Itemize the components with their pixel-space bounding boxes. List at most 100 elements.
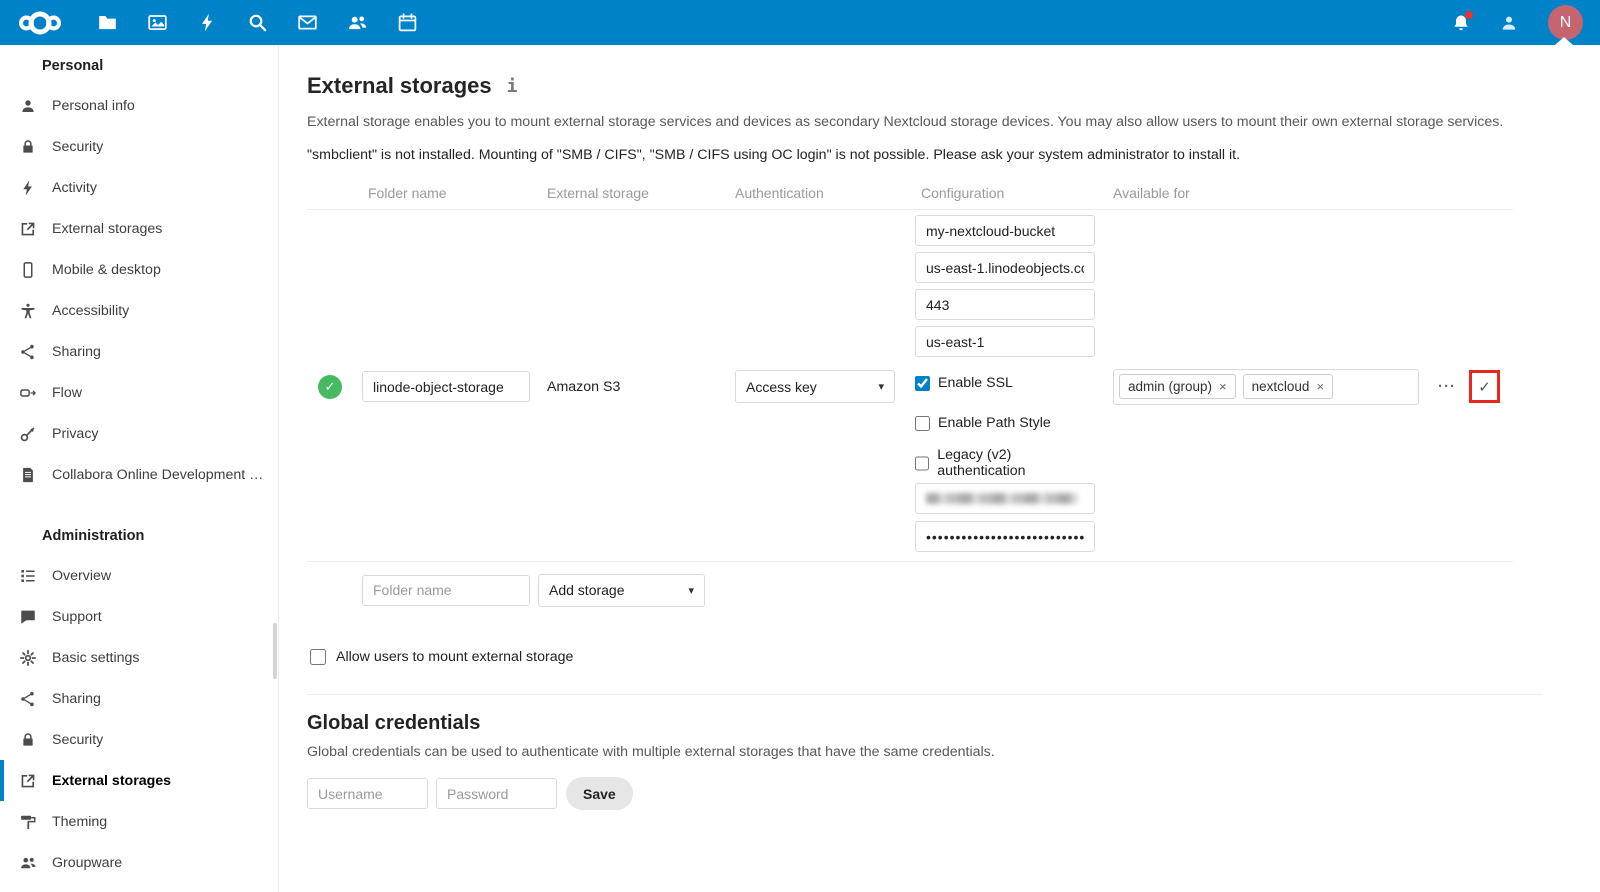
key-icon [18, 424, 38, 444]
region-input[interactable] [915, 326, 1095, 357]
sidebar-item-accessibility[interactable]: Accessibility [0, 290, 278, 331]
save-credentials-button[interactable]: Save [566, 777, 633, 810]
person-icon [18, 96, 38, 116]
port-input[interactable] [915, 289, 1095, 320]
lock-icon [18, 137, 38, 157]
mail-app-icon[interactable] [282, 0, 332, 45]
allow-mount-label[interactable]: Allow users to mount external storage [336, 649, 573, 665]
allow-mount-checkbox[interactable] [310, 649, 326, 665]
chevron-down-icon: ▾ [878, 380, 884, 393]
smbclient-warning-text: "smbclient" is not installed. Mounting o… [307, 147, 1600, 163]
hostname-input[interactable] [915, 252, 1095, 283]
authentication-select[interactable]: Access key ▾ [735, 370, 895, 403]
save-storage-button-highlighted[interactable]: ✓ [1469, 370, 1500, 403]
sidebar-item-basic-settings[interactable]: Basic settings [0, 637, 278, 678]
sidebar-item-theming[interactable]: Theming [0, 801, 278, 842]
contacts-app-icon[interactable] [332, 0, 382, 45]
notifications-bell-icon[interactable] [1450, 12, 1472, 34]
sidebar-item-activity[interactable]: Activity [0, 167, 278, 208]
status-ok-icon: ✓ [318, 375, 342, 399]
add-storage-select[interactable]: Add storage ▾ [538, 574, 705, 607]
new-folder-name-input[interactable] [362, 575, 530, 606]
sidebar-item-flow[interactable]: Flow [0, 372, 278, 413]
sidebar-item-sharing-personal[interactable]: Sharing [0, 331, 278, 372]
secret-key-input[interactable] [915, 521, 1095, 552]
document-icon [18, 465, 38, 485]
sidebar-item-security-personal[interactable]: Security [0, 126, 278, 167]
enable-ssl-checkbox[interactable] [915, 376, 930, 391]
topbar-right: N [1450, 5, 1600, 40]
phone-icon [18, 260, 38, 280]
flow-icon [18, 383, 38, 403]
col-folder-name: Folder name [362, 185, 547, 201]
bucket-input[interactable] [915, 215, 1095, 246]
top-navbar: N [0, 0, 1600, 45]
section-divider [307, 694, 1543, 695]
remove-chip-icon[interactable]: × [1316, 379, 1324, 394]
new-storage-row: Add storage ▾ [362, 562, 1513, 618]
available-for-cell: admin (group) × nextcloud × ··· ✓ [1113, 369, 1513, 405]
applicable-users-input[interactable]: admin (group) × nextcloud × [1113, 369, 1419, 405]
sidebar-item-sharing-admin[interactable]: Sharing [0, 678, 278, 719]
folder-name-input[interactable] [362, 371, 530, 402]
share-icon [18, 689, 38, 709]
app-launcher [0, 0, 432, 45]
configuration-stack: Enable SSL Enable Path Style Legacy (v2)… [915, 215, 1095, 558]
global-credentials-title: Global credentials [307, 712, 1600, 735]
sidebar-item-external-storages-personal[interactable]: External storages [0, 208, 278, 249]
chip-admin-group: admin (group) × [1119, 374, 1236, 399]
global-credentials-description: Global credentials can be used to authen… [307, 744, 1600, 760]
sidebar-item-groupware[interactable]: Groupware [0, 842, 278, 883]
sidebar-item-overview[interactable]: Overview [0, 555, 278, 596]
paint-roller-icon [18, 812, 38, 832]
external-link-icon [18, 219, 38, 239]
table-header-row: Folder name External storage Authenticat… [307, 176, 1513, 210]
activity-app-icon[interactable] [182, 0, 232, 45]
remove-chip-icon[interactable]: × [1219, 379, 1227, 394]
sidebar-item-security-admin[interactable]: Security [0, 719, 278, 760]
speech-bubble-icon [18, 607, 38, 627]
external-storages-table: Folder name External storage Authenticat… [307, 176, 1513, 618]
legacy-auth-checkbox[interactable] [915, 456, 929, 471]
external-link-icon [18, 771, 38, 791]
search-app-icon[interactable] [232, 0, 282, 45]
blurred-value [926, 493, 1078, 504]
sidebar-item-external-storages-admin[interactable]: External storages [0, 760, 278, 801]
user-avatar[interactable]: N [1548, 5, 1583, 40]
settings-menu-caret [1555, 37, 1573, 45]
allow-mount-row: Allow users to mount external storage [310, 649, 1600, 665]
enable-path-style-checkbox[interactable] [915, 416, 930, 431]
sidebar-item-privacy[interactable]: Privacy [0, 413, 278, 454]
sidebar-item-support[interactable]: Support [0, 596, 278, 637]
calendar-app-icon[interactable] [382, 0, 432, 45]
sidebar-item-personal-info[interactable]: Personal info [0, 85, 278, 126]
col-configuration: Configuration [915, 185, 1113, 201]
chevron-down-icon: ▾ [688, 584, 694, 597]
group-icon [18, 853, 38, 873]
lock-icon [18, 730, 38, 750]
files-app-icon[interactable] [82, 0, 132, 45]
nextcloud-logo[interactable] [14, 10, 66, 36]
share-icon [18, 342, 38, 362]
accessibility-icon [18, 301, 38, 321]
gear-icon [18, 648, 38, 668]
info-icon[interactable]: i [507, 76, 518, 97]
lightning-icon [18, 178, 38, 198]
list-icon [18, 566, 38, 586]
col-available-for: Available for [1113, 185, 1513, 201]
global-username-input[interactable] [307, 778, 428, 809]
sidebar-item-mobile-desktop[interactable]: Mobile & desktop [0, 249, 278, 290]
storage-type-label: Amazon S3 [547, 379, 735, 395]
col-authentication: Authentication [735, 185, 915, 201]
section-title-personal: Personal [0, 47, 278, 85]
sidebar-scrollbar[interactable] [273, 623, 277, 679]
storage-row-linode: ✓ Amazon S3 Access key ▾ [307, 210, 1513, 562]
global-password-input[interactable] [436, 778, 557, 809]
notification-dot [1465, 11, 1473, 19]
intro-text: External storage enables you to mount ex… [307, 114, 1600, 130]
more-options-icon[interactable]: ··· [1438, 378, 1456, 395]
access-key-input-blurred[interactable] [915, 483, 1095, 514]
sidebar-item-collabora[interactable]: Collabora Online Development Edit... [0, 454, 278, 495]
contacts-menu-icon[interactable] [1498, 12, 1520, 34]
photos-app-icon[interactable] [132, 0, 182, 45]
